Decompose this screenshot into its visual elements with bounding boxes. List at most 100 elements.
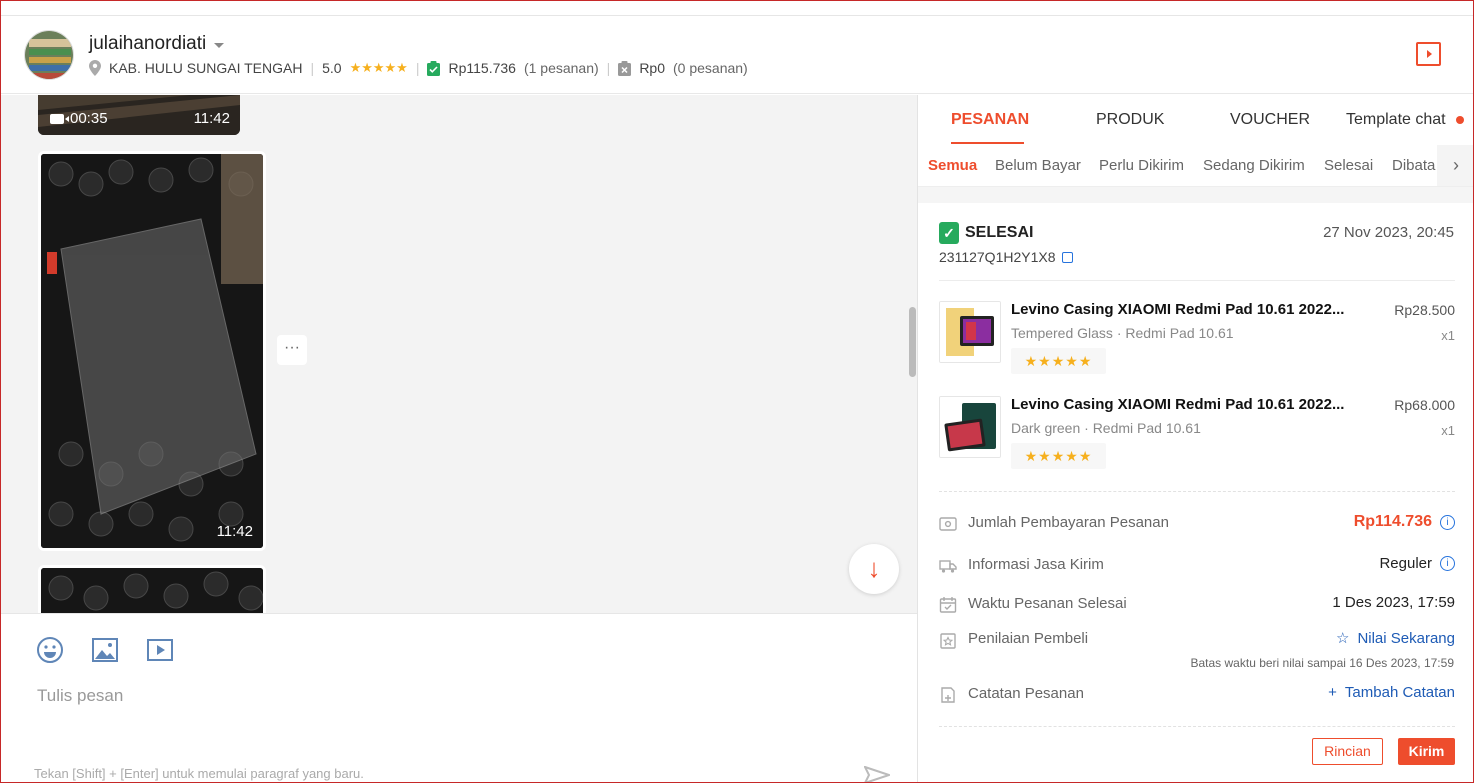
subtab-selesai[interactable]: Selesai [1324,157,1373,174]
toggle-panel-icon[interactable] [1416,42,1441,66]
location-pin-icon [89,60,101,76]
product-rating-stars-icon: ★★★★★ [1011,348,1106,374]
chat-header: julaihanordiati KAB. HULU SUNGAI TENGAH … [0,16,1474,94]
payment-amount: Rp114.736 [1353,513,1432,530]
calendar-check-icon [939,597,957,613]
section-gap [918,187,1474,203]
chevron-right-icon[interactable]: › [1437,145,1474,186]
shipping-row: Informasi Jasa Kirim Reguler i [939,555,1455,579]
order-status-text: SELESAI [965,224,1034,241]
divider [939,491,1455,492]
completed-time-row: Waktu Pesanan Selesai 1 Des 2023, 17:59 [939,594,1455,618]
tab-pesanan[interactable]: PESANAN [951,111,1029,129]
meta-separator: | [415,60,420,76]
meta-separator: | [606,60,611,76]
chat-scrollbar[interactable] [909,307,916,377]
product-item[interactable]: Levino Casing XIAOMI Redmi Pad 10.61 202… [939,301,1455,381]
order-id: 231127Q1H2Y1X8 [939,249,1073,265]
product-price: Rp28.500 [1394,302,1455,318]
avatar[interactable] [24,30,74,80]
product-name[interactable]: Levino Casing XIAOMI Redmi Pad 10.61 202… [1011,396,1361,413]
video-message[interactable]: 00:35 11:42 [38,95,240,135]
video-camera-icon [50,113,69,124]
emoji-icon[interactable] [36,636,64,664]
subtab-belum-bayar[interactable]: Belum Bayar [995,157,1081,174]
product-name[interactable]: Levino Casing XIAOMI Redmi Pad 10.61 202… [1011,301,1361,318]
image-upload-icon[interactable] [91,636,119,664]
product-qty: x1 [1441,328,1455,343]
star-outline-icon: ☆ [1335,630,1350,647]
completed-value: 1 Des 2023, 17:59 [1332,594,1455,611]
send-icon[interactable] [864,766,890,783]
subtab-dibatalkan[interactable]: Dibata [1392,157,1435,174]
payment-icon [939,517,957,531]
plus-icon: + [1328,684,1337,701]
video-upload-icon[interactable] [146,636,174,664]
chat-messages[interactable]: 00:35 11:42 11:42 ··· ↓ [0,95,917,613]
review-label: Penilaian Pembeli [968,630,1089,647]
add-note-link[interactable]: + Tambah Catatan [1328,684,1455,701]
message-composer: Tulis pesan Tekan [Shift] + [Enter] untu… [0,613,917,783]
product-thumbnail[interactable] [939,396,1001,458]
notes-row: Catatan Pesanan + Tambah Catatan [939,684,1455,708]
composer-hint: Tekan [Shift] + [Enter] untuk memulai pa… [34,766,364,781]
active-tab-indicator [951,142,1024,144]
video-duration: 00:35 [50,110,108,127]
image-thumbnail [41,154,263,548]
message-more-button[interactable]: ··· [277,335,307,365]
cancelled-count: (0 pesanan) [673,60,748,76]
buyer-rating: 5.0 [322,60,342,76]
details-button[interactable]: Rincian [1312,738,1383,765]
caret-down-icon[interactable] [214,42,225,48]
order-panel: PESANAN PRODUK VOUCHER Template chat Sem… [917,95,1474,783]
send-order-button[interactable]: Kirim [1398,738,1455,765]
subtab-perlu-dikirim[interactable]: Perlu Dikirim [1099,157,1184,174]
notes-label: Catatan Pesanan [968,685,1084,702]
tab-template-chat[interactable]: Template chat [1346,111,1446,129]
rate-now-text: Nilai Sekarang [1357,629,1455,647]
order-id-text: 231127Q1H2Y1X8 [939,249,1056,265]
message-time: 11:42 [193,110,230,127]
rating-stars-icon: ★★★★★ [349,60,408,75]
payment-label: Jumlah Pembayaran Pesanan [968,514,1169,531]
product-rating-stars-icon: ★★★★★ [1011,443,1106,469]
info-icon[interactable]: i [1440,514,1455,530]
total-paid: Rp115.736 [448,60,516,76]
shipping-value: Reguler i [1379,555,1455,572]
completed-check-icon: ✓ [939,222,959,244]
panel-tabs: PESANAN PRODUK VOUCHER Template chat [918,95,1474,145]
tab-voucher[interactable]: VOUCHER [1230,111,1310,129]
copy-icon[interactable] [1061,251,1073,263]
video-duration-text: 00:35 [70,110,108,127]
review-deadline: Batas waktu beri nilai sampai 16 Des 202… [1190,656,1455,670]
review-row: Penilaian Pembeli ☆ Nilai Sekarang [939,629,1455,653]
product-item[interactable]: Levino Casing XIAOMI Redmi Pad 10.61 202… [939,396,1455,476]
buyer-meta: KAB. HULU SUNGAI TENGAH | 5.0 ★★★★★ | Rp… [89,60,748,76]
order-date: 27 Nov 2023, 20:45 [1323,224,1454,241]
image-message[interactable]: 11:42 [38,151,266,551]
buyer-location: KAB. HULU SUNGAI TENGAH [109,60,303,76]
paid-clipboard-icon [427,60,441,76]
message-input[interactable]: Tulis pesan [37,686,123,706]
tab-produk[interactable]: PRODUK [1096,111,1164,129]
add-note-text: Tambah Catatan [1344,684,1455,701]
info-icon[interactable]: i [1440,556,1455,571]
review-star-icon [940,633,956,649]
order-status: ✓ SELESAI [939,222,1033,244]
buyer-username[interactable]: julaihanordiati [89,33,225,55]
completed-label: Waktu Pesanan Selesai [968,595,1127,612]
total-paid-count: (1 pesanan) [523,60,599,76]
shipping-label: Informasi Jasa Kirim [968,556,1104,573]
meta-separator: | [310,60,315,76]
image-message[interactable] [38,565,266,613]
product-thumbnail[interactable] [939,301,1001,363]
rate-now-link[interactable]: ☆ Nilai Sekarang [1335,629,1455,648]
product-qty: x1 [1441,423,1455,438]
subtab-semua[interactable]: Semua [928,157,977,174]
scroll-down-button[interactable]: ↓ [849,544,899,594]
payment-value: Rp114.736 i [1354,513,1455,531]
image-thumbnail [41,568,263,613]
subtab-sedang-dikirim[interactable]: Sedang Dikirim [1203,157,1305,174]
truck-icon [939,560,957,573]
divider [939,280,1455,281]
